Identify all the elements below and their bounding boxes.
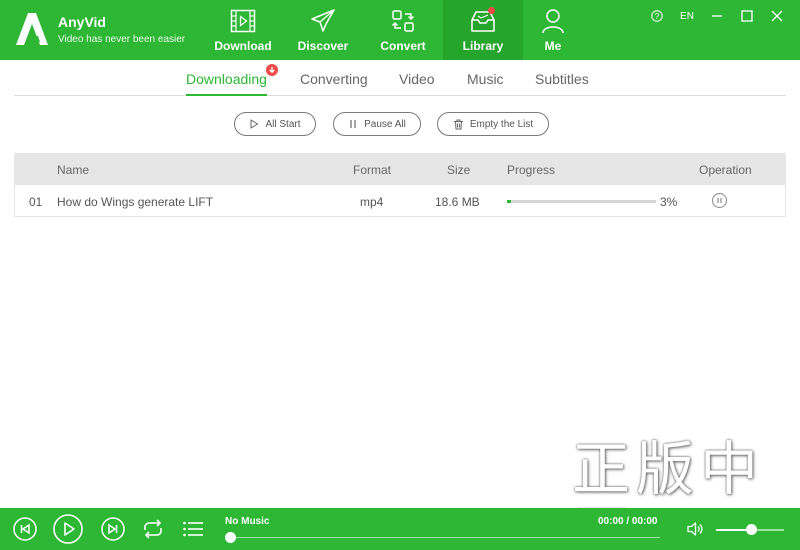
progress-bar-fill <box>507 200 512 203</box>
pause-icon <box>717 198 722 203</box>
window-controls: ? EN <box>642 8 792 24</box>
minimize-button[interactable] <box>702 8 732 24</box>
nav-download[interactable]: Download <box>203 0 283 60</box>
header-format: Format <box>353 163 392 177</box>
pause-icon <box>350 120 356 128</box>
paper-plane-icon <box>311 9 335 32</box>
volume-button[interactable] <box>686 520 704 538</box>
nav-convert[interactable]: Convert <box>363 0 443 60</box>
row-format: mp4 <box>360 195 384 209</box>
user-icon <box>542 9 564 34</box>
speaker-icon <box>687 522 703 536</box>
volume-handle[interactable] <box>746 524 757 535</box>
nav-me-label: Me <box>544 39 562 53</box>
tab-downloading-label: Downloading <box>186 71 267 87</box>
table-header: Name Format Size Progress Operation <box>15 154 785 185</box>
library-notification-dot <box>488 7 495 14</box>
brand: AnyVid Video has never been easier <box>14 12 185 47</box>
header-name: Name <box>57 163 90 177</box>
repeat-icon <box>144 519 162 539</box>
download-table: Name Format Size Progress Operation 01 H… <box>14 153 786 217</box>
film-download-icon <box>230 9 256 33</box>
download-badge-icon <box>265 64 278 76</box>
tab-subtitles[interactable]: Subtitles <box>535 70 589 88</box>
nav-convert-label: Convert <box>380 39 426 53</box>
player-bar: No Music 00:00 / 00:00 <box>0 508 800 550</box>
repeat-button[interactable] <box>141 517 165 541</box>
playlist-button[interactable] <box>181 517 205 541</box>
maximize-button[interactable] <box>732 8 762 24</box>
progress-percent: 3% <box>660 195 678 209</box>
tab-music[interactable]: Music <box>467 70 504 88</box>
library-tabs: Downloading Converting Video Music Subti… <box>14 62 786 96</box>
table-row[interactable]: 01 How do Wings generate LIFT mp4 18.6 M… <box>15 185 785 217</box>
row-name: How do Wings generate LIFT <box>57 195 214 209</box>
main-nav: Download Discover Convert Library Me <box>203 0 583 60</box>
row-index: 01 <box>29 195 43 209</box>
close-button[interactable] <box>762 8 792 24</box>
pause-all-button[interactable]: Pause All <box>333 112 421 136</box>
nav-discover[interactable]: Discover <box>283 0 363 60</box>
nav-me[interactable]: Me <box>523 0 583 60</box>
seek-bar[interactable] <box>230 537 660 538</box>
previous-icon <box>13 517 37 541</box>
track-time: 00:00 / 00:00 <box>598 516 658 527</box>
play-button[interactable] <box>53 514 83 544</box>
anyvid-logo-icon <box>16 13 48 45</box>
playlist-icon <box>183 521 203 537</box>
language-button[interactable]: EN <box>672 8 702 24</box>
volume-slider-fill <box>716 529 750 531</box>
progress-bar <box>507 200 656 203</box>
library-icon-wrap <box>470 7 496 34</box>
nav-download-label: Download <box>214 39 272 53</box>
pause-all-label: Pause All <box>364 118 406 130</box>
play-outline-icon <box>250 119 259 129</box>
pause-download-button[interactable] <box>712 193 727 208</box>
app-header: AnyVid Video has never been easier Downl… <box>0 0 800 60</box>
close-icon <box>771 10 783 22</box>
all-start-button[interactable]: All Start <box>234 112 316 136</box>
empty-list-button[interactable]: Empty the List <box>437 112 549 136</box>
trash-icon <box>453 119 463 129</box>
play-icon <box>53 514 83 544</box>
help-label: ? <box>655 12 660 21</box>
previous-button[interactable] <box>13 517 37 541</box>
seek-handle[interactable] <box>225 532 236 543</box>
tab-video[interactable]: Video <box>399 70 435 88</box>
help-button[interactable]: ? <box>642 8 672 24</box>
nav-discover-label: Discover <box>297 39 349 53</box>
next-icon <box>101 517 125 541</box>
tab-converting[interactable]: Converting <box>300 70 368 88</box>
app-name: AnyVid <box>58 14 106 30</box>
help-icon: ? <box>651 10 663 22</box>
convert-arrows-icon <box>391 10 415 32</box>
header-operation: Operation <box>699 163 752 177</box>
nav-library-label: Library <box>462 39 504 53</box>
empty-list-label: Empty the List <box>469 118 534 130</box>
nav-library[interactable]: Library <box>443 0 523 60</box>
minimize-icon <box>712 15 722 17</box>
app-slogan: Video has never been easier <box>58 34 186 45</box>
header-size: Size <box>447 163 471 177</box>
track-title: No Music <box>225 516 270 527</box>
header-progress: Progress <box>507 163 556 177</box>
all-start-label: All Start <box>265 118 301 130</box>
row-size: 18.6 MB <box>435 195 480 209</box>
maximize-icon <box>741 10 753 22</box>
tab-downloading[interactable]: Downloading <box>186 64 278 96</box>
next-button[interactable] <box>101 517 125 541</box>
